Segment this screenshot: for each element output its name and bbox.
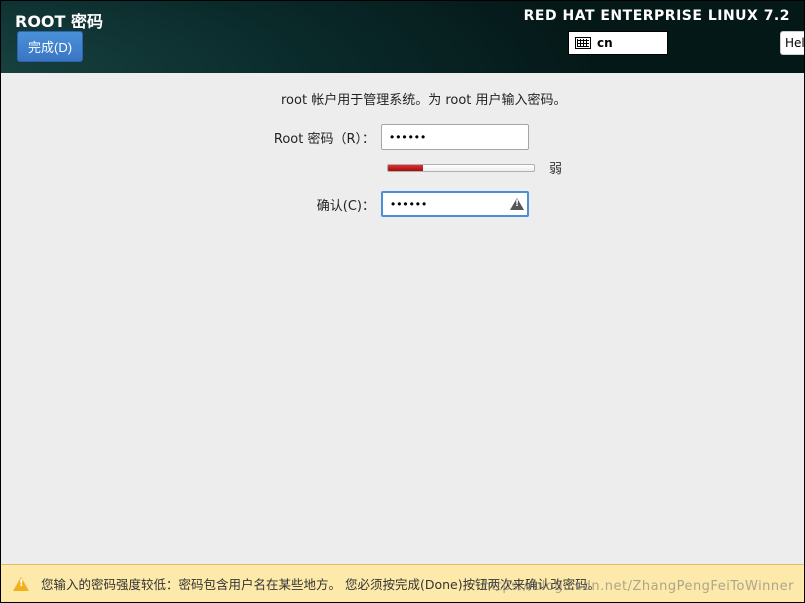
root-password-input[interactable] (381, 124, 529, 150)
keyboard-icon (575, 37, 591, 49)
warning-footer: 您输入的密码强度较低：密码包含用户名在某些地方。 您必须按完成(Done)按钮两… (1, 564, 804, 602)
help-button[interactable]: Hel (780, 31, 804, 55)
page-title: ROOT 密码 (15, 8, 103, 32)
distro-label: RED HAT ENTERPRISE LINUX 7.2 (524, 8, 790, 24)
instruction-text: root 帐户用于管理系统。为 root 用户输入密码。 (281, 89, 804, 108)
confirm-password-input[interactable] (381, 191, 529, 217)
warning-message: 您输入的密码强度较低：密码包含用户名在某些地方。 您必须按完成(Done)按钮两… (41, 574, 600, 593)
warning-icon (510, 198, 524, 210)
password-strength-meter (387, 164, 535, 172)
password-strength-fill (388, 165, 423, 171)
password-strength-label: 弱 (549, 158, 562, 177)
content-area: root 帐户用于管理系统。为 root 用户输入密码。 Root 密码（R）：… (1, 73, 804, 566)
done-button[interactable]: 完成(D) (17, 31, 83, 62)
keyboard-layout-selector[interactable]: cn (568, 31, 668, 55)
keyboard-layout-label: cn (597, 36, 613, 50)
header-bar: ROOT 密码 完成(D) RED HAT ENTERPRISE LINUX 7… (1, 1, 804, 73)
root-password-label: Root 密码（R）： (1, 128, 381, 147)
alert-icon (13, 577, 29, 591)
confirm-password-label: 确认(C)： (1, 195, 381, 214)
